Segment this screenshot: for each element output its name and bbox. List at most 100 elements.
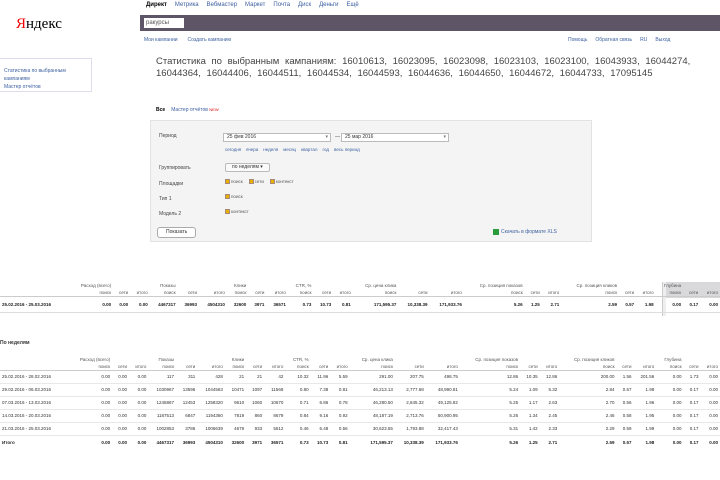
table-cell: 0.00 bbox=[655, 296, 684, 313]
table-cell: 6847 bbox=[176, 409, 198, 423]
table-cell: 0.00 bbox=[118, 439, 128, 445]
date-from-select[interactable]: 25 фев 2016 ▾ bbox=[223, 133, 331, 142]
feedback-link[interactable]: Обратная связь bbox=[595, 37, 632, 43]
table-cell: сети bbox=[246, 363, 265, 371]
export-xls-link[interactable]: Скачать в формате XLS bbox=[493, 229, 557, 235]
table-cell: 10.35 bbox=[520, 370, 540, 384]
checkbox-icon bbox=[225, 179, 230, 185]
place-option-context[interactable]: контекст bbox=[269, 179, 294, 185]
table-cell: 0.00 bbox=[112, 422, 130, 436]
quick-all-time[interactable]: весь период bbox=[334, 147, 360, 152]
nav-more[interactable]: Ещё bbox=[346, 2, 358, 12]
create-campaign-link[interactable]: Создать кампанию bbox=[188, 37, 232, 43]
table-cell: сети bbox=[310, 363, 331, 371]
table-cell: 7819 bbox=[224, 409, 247, 423]
table-cell: 7.38 bbox=[310, 383, 331, 397]
group-select[interactable]: по неделям ▾ bbox=[225, 163, 270, 172]
table-cell: 2.45 bbox=[539, 409, 560, 423]
table-cell bbox=[520, 356, 540, 363]
table-cell: 0.00 bbox=[129, 409, 149, 423]
table-cell: 0.73 bbox=[287, 296, 314, 313]
table-cell: 0.58 bbox=[616, 409, 634, 423]
nav-mail[interactable]: Почта bbox=[273, 2, 290, 12]
type2-option-context[interactable]: контекст bbox=[225, 209, 249, 215]
services-nav: Директ Метрика Вебмастер Маркет Почта Ди… bbox=[146, 2, 359, 12]
search-input[interactable]: ракурсы bbox=[144, 18, 184, 28]
yandex-logo[interactable]: Яндекс bbox=[16, 16, 76, 36]
table-row: 25.02.2016 - 25.03.2016 0.00 0.00 0.00 44673… bbox=[0, 296, 720, 313]
table-cell: 5.26 bbox=[463, 296, 525, 313]
campaign-links: Мои кампании Создать кампанию bbox=[144, 37, 231, 43]
table-cell: 0.17 bbox=[683, 383, 701, 397]
table-cell: 0.00 bbox=[672, 439, 682, 445]
table-cell: Клики bbox=[231, 357, 245, 362]
logout-link[interactable]: Выход bbox=[655, 37, 670, 43]
table-cell bbox=[129, 356, 148, 363]
quick-month[interactable]: месяц bbox=[283, 147, 296, 152]
place-option-network[interactable]: сети bbox=[248, 179, 264, 185]
quick-today[interactable]: сегодня bbox=[225, 147, 241, 152]
sidebar-box: Статистика по выбранным кампаниям Мастер… bbox=[0, 58, 92, 92]
quick-yesterday[interactable]: вчера bbox=[246, 147, 258, 152]
table-cell: итого bbox=[539, 363, 560, 371]
help-link[interactable]: Помощь bbox=[568, 37, 587, 43]
quick-year[interactable]: год bbox=[322, 147, 329, 152]
table-cell: 0.00 bbox=[129, 422, 149, 436]
checkbox-icon bbox=[225, 194, 230, 200]
row-label-cell: 14.03.2016 - 20.03.2016 bbox=[0, 409, 69, 423]
table-cell: 5.26 bbox=[459, 409, 521, 423]
tab-report-master[interactable]: Мастер отчётов NEW bbox=[171, 107, 218, 113]
place-option-search[interactable]: поиск bbox=[225, 179, 243, 185]
table-cell: 3786 bbox=[176, 422, 198, 436]
table-cell: 12.86 bbox=[539, 370, 560, 384]
table-cell: 0.00 bbox=[68, 383, 113, 397]
logo-rest: ндекс bbox=[26, 16, 62, 32]
tab-all[interactable]: Все bbox=[156, 107, 165, 113]
table-cell: 0.00 bbox=[112, 396, 130, 410]
table-cell: CTR, % bbox=[295, 283, 312, 288]
nav-money[interactable]: Деньги bbox=[319, 2, 338, 12]
type-option-search[interactable]: поиск bbox=[225, 194, 243, 200]
table-cell: 11.96 bbox=[310, 370, 331, 384]
table-cell: 860 bbox=[246, 409, 265, 423]
table-cell: 0.84 bbox=[285, 409, 311, 423]
table-row: 07.03.2016 - 13.03.2016 0.00 0.00 0.00 12458… bbox=[0, 396, 720, 410]
nav-webmaster[interactable]: Вебмастер bbox=[207, 2, 237, 12]
table-cell: 4467317 bbox=[149, 296, 178, 313]
table-cell bbox=[636, 282, 656, 289]
table-cell: 0.00 bbox=[656, 422, 684, 436]
table-cell: 36571 bbox=[266, 296, 288, 313]
quick-quarter[interactable]: квартал bbox=[301, 147, 317, 152]
nav-metrika[interactable]: Метрика bbox=[175, 2, 199, 12]
table-cell: поиск bbox=[349, 363, 395, 371]
table-cell: 0.00 bbox=[130, 296, 150, 313]
sidebar-link-report-master[interactable]: Мастер отчётов bbox=[4, 83, 87, 91]
place-option-context-label: контекст bbox=[275, 179, 294, 184]
table-cell bbox=[542, 282, 562, 289]
quick-week[interactable]: неделя bbox=[263, 147, 278, 152]
nav-market[interactable]: Маркет bbox=[245, 2, 265, 12]
table-cell: поиск bbox=[352, 289, 399, 297]
table-row: 29.02.2016 - 06.03.2016 0.00 0.00 0.00 10309… bbox=[0, 383, 720, 397]
export-xls-label: Скачать в формате XLS bbox=[501, 229, 557, 235]
period-quicklinks: сегодня вчера неделя месяц квартал год в… bbox=[225, 147, 360, 152]
row-label-cell bbox=[0, 363, 69, 371]
table-cell: 1258320 bbox=[197, 396, 225, 410]
my-campaigns-link[interactable]: Мои кампании bbox=[144, 37, 178, 43]
sidebar-link-stats[interactable]: Статистика по выбранным кампаниям bbox=[4, 67, 87, 83]
nav-direct[interactable]: Директ bbox=[146, 2, 167, 12]
table-cell: 10.32 bbox=[285, 370, 311, 384]
row-label-cell bbox=[0, 289, 69, 297]
table-cell: 0.00 bbox=[68, 370, 113, 384]
table-cell: итого bbox=[541, 289, 562, 297]
table-cell: Показы bbox=[160, 283, 176, 288]
nav-disk[interactable]: Диск bbox=[298, 2, 311, 12]
table-cell: сети bbox=[683, 289, 701, 297]
table-cell: 4679 bbox=[224, 422, 247, 436]
table-cell: 0.00 bbox=[113, 296, 131, 313]
show-button[interactable]: Показать bbox=[157, 227, 197, 238]
date-to-select[interactable]: 25 мар 2016 ▾ bbox=[341, 133, 449, 142]
language-link[interactable]: RU bbox=[640, 37, 647, 43]
checkbox-icon bbox=[248, 179, 254, 185]
table-cell: 498.75 bbox=[425, 370, 460, 384]
